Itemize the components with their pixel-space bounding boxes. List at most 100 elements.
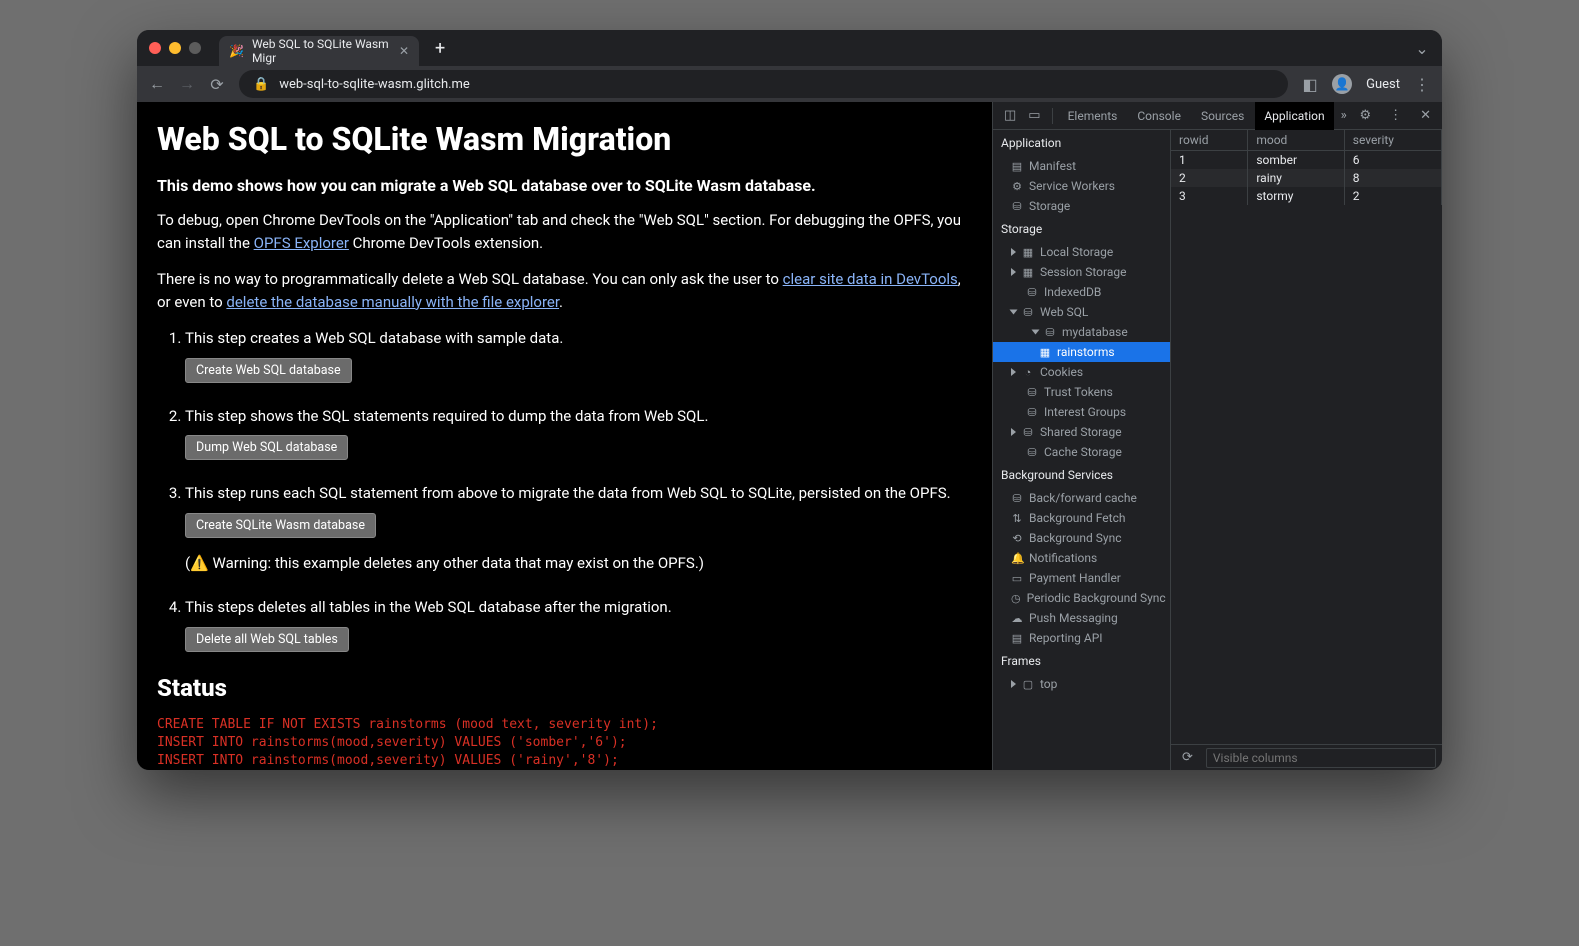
reload-button[interactable]: ⟳ bbox=[209, 75, 225, 94]
sidebar-item-periodic-sync[interactable]: ◷Periodic Background Sync bbox=[993, 588, 1170, 608]
expand-icon bbox=[1010, 310, 1018, 315]
panel-icon[interactable]: ◧ bbox=[1302, 75, 1318, 94]
delete-manually-link[interactable]: delete the database manually with the fi… bbox=[226, 293, 559, 311]
sidebar-item-local-storage[interactable]: ▦Local Storage bbox=[993, 242, 1170, 262]
db-icon: ⛁ bbox=[1022, 306, 1034, 319]
kebab-icon[interactable]: ⋮ bbox=[1384, 108, 1407, 123]
step-3: This step runs each SQL statement from a… bbox=[185, 482, 972, 574]
warning-text: (⚠️ Warning: this example deletes any ot… bbox=[185, 552, 972, 575]
clear-site-data-link[interactable]: clear site data in DevTools bbox=[783, 270, 958, 288]
sidebar-item-shared-storage[interactable]: ⛁Shared Storage bbox=[993, 422, 1170, 442]
sidebar-item-indexeddb[interactable]: ⛁IndexedDB bbox=[993, 282, 1170, 302]
close-window-button[interactable] bbox=[149, 42, 161, 54]
device-icon[interactable]: ▭ bbox=[1023, 108, 1045, 123]
delete-tables-button[interactable]: Delete all Web SQL tables bbox=[185, 627, 349, 652]
db-icon: ⛁ bbox=[1026, 386, 1038, 399]
sidebar-item-cache-storage[interactable]: ⛁Cache Storage bbox=[993, 442, 1170, 462]
sidebar-item-service-workers[interactable]: ⚙Service Workers bbox=[993, 176, 1170, 196]
paragraph-debug: To debug, open Chrome DevTools on the "A… bbox=[157, 209, 972, 254]
expand-icon bbox=[1011, 248, 1016, 256]
more-tabs-icon[interactable]: » bbox=[1336, 108, 1352, 123]
refresh-icon[interactable]: ⟳ bbox=[1177, 750, 1198, 765]
devtools-tabbar: ◫ ▭ Elements Console Sources Application… bbox=[993, 102, 1442, 130]
sidebar-item-mydatabase[interactable]: ⛁mydatabase bbox=[993, 322, 1170, 342]
section-frames: Frames bbox=[993, 648, 1170, 674]
url-text: web-sql-to-sqlite-wasm.glitch.me bbox=[279, 77, 470, 92]
col-rowid[interactable]: rowid bbox=[1171, 130, 1248, 151]
maximize-window-button[interactable] bbox=[189, 42, 201, 54]
minimize-window-button[interactable] bbox=[169, 42, 181, 54]
table-row[interactable]: 1somber6 bbox=[1171, 151, 1442, 170]
frame-icon: ▢ bbox=[1022, 678, 1034, 691]
browser-tab[interactable]: 🎉 Web SQL to SQLite Wasm Migr ✕ bbox=[219, 36, 419, 66]
gear-icon[interactable]: ⚙ bbox=[1354, 108, 1376, 123]
close-devtools-icon[interactable]: ✕ bbox=[1415, 108, 1436, 123]
expand-icon bbox=[1011, 428, 1016, 436]
opfs-explorer-link[interactable]: OPFS Explorer bbox=[254, 234, 349, 252]
sidebar-item-reporting[interactable]: ▤Reporting API bbox=[993, 628, 1170, 648]
fetch-icon: ⇅ bbox=[1011, 512, 1023, 525]
step-2: This step shows the SQL statements requi… bbox=[185, 405, 972, 461]
sidebar-item-payment[interactable]: ▭Payment Handler bbox=[993, 568, 1170, 588]
new-tab-button[interactable]: + bbox=[435, 38, 445, 59]
sidebar-item-trust-tokens[interactable]: ⛁Trust Tokens bbox=[993, 382, 1170, 402]
tab-application[interactable]: Application bbox=[1255, 102, 1333, 130]
chevron-down-icon[interactable]: ⌄ bbox=[1414, 39, 1430, 58]
back-button[interactable]: ← bbox=[149, 74, 165, 94]
sidebar-item-storage[interactable]: ⛁Storage bbox=[993, 196, 1170, 216]
sidebar-item-push[interactable]: ☁Push Messaging bbox=[993, 608, 1170, 628]
gear-small-icon: ⚙ bbox=[1011, 180, 1023, 193]
sidebar-item-manifest[interactable]: ▤Manifest bbox=[993, 156, 1170, 176]
expand-icon bbox=[1011, 368, 1016, 376]
sidebar-item-bfcache[interactable]: ⛁Back/forward cache bbox=[993, 488, 1170, 508]
status-heading: Status bbox=[157, 674, 972, 702]
devtools-panel: ◫ ▭ Elements Console Sources Application… bbox=[992, 102, 1442, 770]
address-bar[interactable]: 🔒 web-sql-to-sqlite-wasm.glitch.me bbox=[239, 70, 1288, 98]
lock-icon: 🔒 bbox=[253, 77, 269, 92]
tab-favicon-icon: 🎉 bbox=[229, 44, 244, 58]
sidebar-item-cookies[interactable]: ◔Cookies bbox=[993, 362, 1170, 382]
manifest-icon: ▤ bbox=[1011, 160, 1023, 173]
sidebar-item-top[interactable]: ▢top bbox=[993, 674, 1170, 694]
db-icon: ⛁ bbox=[1026, 446, 1038, 459]
profile-avatar-icon[interactable]: 👤 bbox=[1332, 74, 1352, 94]
tab-elements[interactable]: Elements bbox=[1059, 102, 1127, 130]
forward-button[interactable]: → bbox=[179, 74, 195, 94]
tab-sources[interactable]: Sources bbox=[1192, 102, 1253, 130]
devtools-body: Application ▤Manifest ⚙Service Workers ⛁… bbox=[993, 130, 1442, 770]
table-row[interactable]: 3stormy2 bbox=[1171, 187, 1442, 205]
page-content: Web SQL to SQLite Wasm Migration This de… bbox=[137, 102, 992, 770]
cache-icon: ⛁ bbox=[1011, 492, 1023, 505]
sidebar-item-bg-fetch[interactable]: ⇅Background Fetch bbox=[993, 508, 1170, 528]
close-tab-icon[interactable]: ✕ bbox=[399, 44, 409, 58]
section-background: Background Services bbox=[993, 462, 1170, 488]
status-output: CREATE TABLE IF NOT EXISTS rainstorms (m… bbox=[157, 716, 972, 771]
create-websql-button[interactable]: Create Web SQL database bbox=[185, 358, 352, 383]
sidebar-item-interest-groups[interactable]: ⛁Interest Groups bbox=[993, 402, 1170, 422]
sidebar-item-session-storage[interactable]: ▦Session Storage bbox=[993, 262, 1170, 282]
inspect-icon[interactable]: ◫ bbox=[999, 108, 1021, 123]
db-icon: ▦ bbox=[1022, 266, 1034, 279]
col-mood[interactable]: mood bbox=[1248, 130, 1344, 151]
menu-icon[interactable]: ⋮ bbox=[1414, 75, 1430, 94]
sidebar-item-web-sql[interactable]: ⛁Web SQL bbox=[993, 302, 1170, 322]
expand-icon bbox=[1011, 268, 1016, 276]
create-sqlite-button[interactable]: Create SQLite Wasm database bbox=[185, 513, 376, 538]
titlebar: 🎉 Web SQL to SQLite Wasm Migr ✕ + ⌄ bbox=[137, 30, 1442, 66]
table-icon: ▦ bbox=[1039, 346, 1051, 359]
data-table: rowid mood severity 1somber6 2rainy8 3st… bbox=[1171, 130, 1442, 744]
step-4: This steps deletes all tables in the Web… bbox=[185, 596, 972, 652]
storage-icon: ⛁ bbox=[1011, 200, 1023, 213]
sidebar-item-notifications[interactable]: 🔔Notifications bbox=[993, 548, 1170, 568]
tab-console[interactable]: Console bbox=[1128, 102, 1190, 130]
dump-websql-button[interactable]: Dump Web SQL database bbox=[185, 435, 348, 460]
sidebar-item-rainstorms[interactable]: ▦rainstorms bbox=[993, 342, 1170, 362]
col-severity[interactable]: severity bbox=[1344, 130, 1441, 151]
table-row[interactable]: 2rainy8 bbox=[1171, 169, 1442, 187]
report-icon: ▤ bbox=[1011, 632, 1023, 645]
sidebar-item-bg-sync[interactable]: ⟲Background Sync bbox=[993, 528, 1170, 548]
visible-columns-input[interactable] bbox=[1206, 748, 1436, 768]
db-icon: ▦ bbox=[1022, 246, 1034, 259]
cookie-icon: ◔ bbox=[1022, 366, 1034, 379]
cloud-icon: ☁ bbox=[1011, 612, 1023, 625]
